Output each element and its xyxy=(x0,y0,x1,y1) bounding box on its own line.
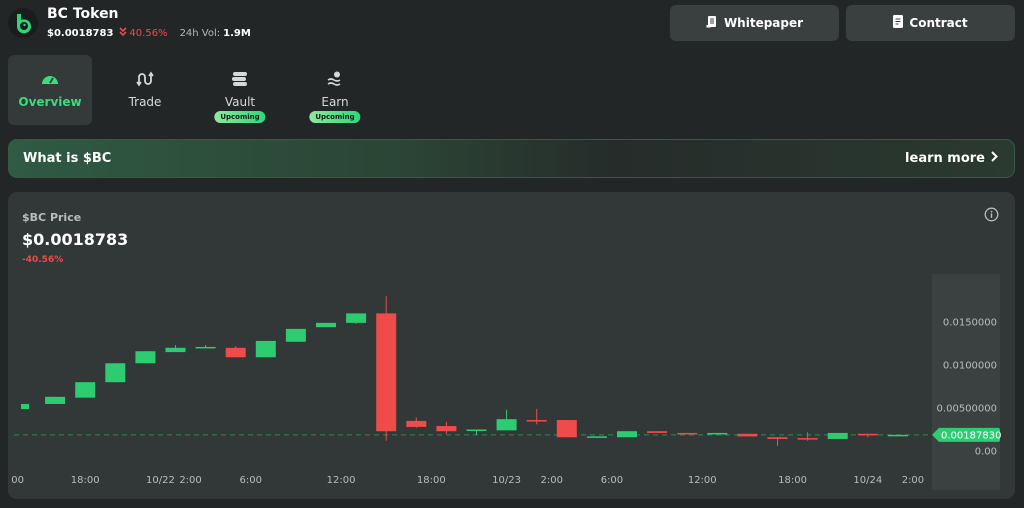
candle-body[interactable] xyxy=(466,429,487,432)
x-tick-label: 2:00 xyxy=(179,475,201,486)
candle-body[interactable] xyxy=(285,328,306,342)
x-tick-label: 10/24 xyxy=(853,475,882,486)
x-tick-label: 12:00 xyxy=(327,475,356,486)
candle-body[interactable] xyxy=(346,313,367,323)
candle-body[interactable] xyxy=(45,396,66,404)
candle-body[interactable] xyxy=(586,436,607,438)
candle-body[interactable] xyxy=(797,438,818,440)
candle-body[interactable] xyxy=(376,313,397,432)
candle-body[interactable] xyxy=(406,420,427,427)
x-tick-label: 6:00 xyxy=(240,475,262,486)
x-tick-label: 2:00 xyxy=(541,475,563,486)
candle-body[interactable] xyxy=(496,419,517,431)
candle-body[interactable] xyxy=(857,433,878,436)
candle-body[interactable] xyxy=(75,382,96,398)
candle-body[interactable] xyxy=(21,403,29,410)
y-tick-label: 0.0100000 xyxy=(943,361,997,372)
candle-body[interactable] xyxy=(225,347,246,358)
candle-body[interactable] xyxy=(767,437,788,439)
candle-body[interactable] xyxy=(165,347,186,353)
last-price-tag-label: 0.00187830 xyxy=(941,430,1001,441)
candle-body[interactable] xyxy=(195,346,216,349)
candle-body[interactable] xyxy=(556,420,577,438)
candle-body[interactable] xyxy=(737,433,758,437)
x-tick-label: 12:00 xyxy=(688,475,717,486)
candle-body[interactable] xyxy=(526,420,547,422)
candle-body[interactable] xyxy=(436,426,457,432)
candle-body[interactable] xyxy=(255,340,276,358)
price-chart[interactable]: 0.0150000 0.0100000 0.00500000 0.00 00 18:00… xyxy=(0,0,1024,508)
y-tick-label: 0.00 xyxy=(975,447,997,458)
x-tick-label: 10/22 xyxy=(146,475,175,486)
candle-body[interactable] xyxy=(647,431,668,433)
last-price-tag: 0.00187830 xyxy=(932,427,1001,442)
candle-body[interactable] xyxy=(887,434,908,437)
y-axis-panel xyxy=(932,274,1000,490)
y-tick-label: 0.00500000 xyxy=(937,404,997,415)
x-tick-label: 10/23 xyxy=(492,475,521,486)
candle-body[interactable] xyxy=(827,432,848,439)
candle-body[interactable] xyxy=(135,351,156,364)
x-tick-label: 00 xyxy=(11,475,24,486)
candle-body[interactable] xyxy=(105,363,126,383)
x-tick-label: 2:00 xyxy=(902,475,924,486)
candle-body[interactable] xyxy=(707,432,728,435)
x-axis-ticks: 00 18:00 10/22 2:00 6:00 12:00 18:00 10/23 2:00 6… xyxy=(11,475,924,486)
candle-body[interactable] xyxy=(617,431,637,438)
x-tick-label: 18:00 xyxy=(71,475,100,486)
x-tick-label: 18:00 xyxy=(778,475,807,486)
candle-body[interactable] xyxy=(316,322,336,328)
candle-body[interactable] xyxy=(677,432,698,435)
y-tick-label: 0.0150000 xyxy=(943,318,997,329)
x-tick-label: 6:00 xyxy=(601,475,623,486)
x-tick-label: 18:00 xyxy=(417,475,446,486)
candles-group xyxy=(21,296,908,446)
